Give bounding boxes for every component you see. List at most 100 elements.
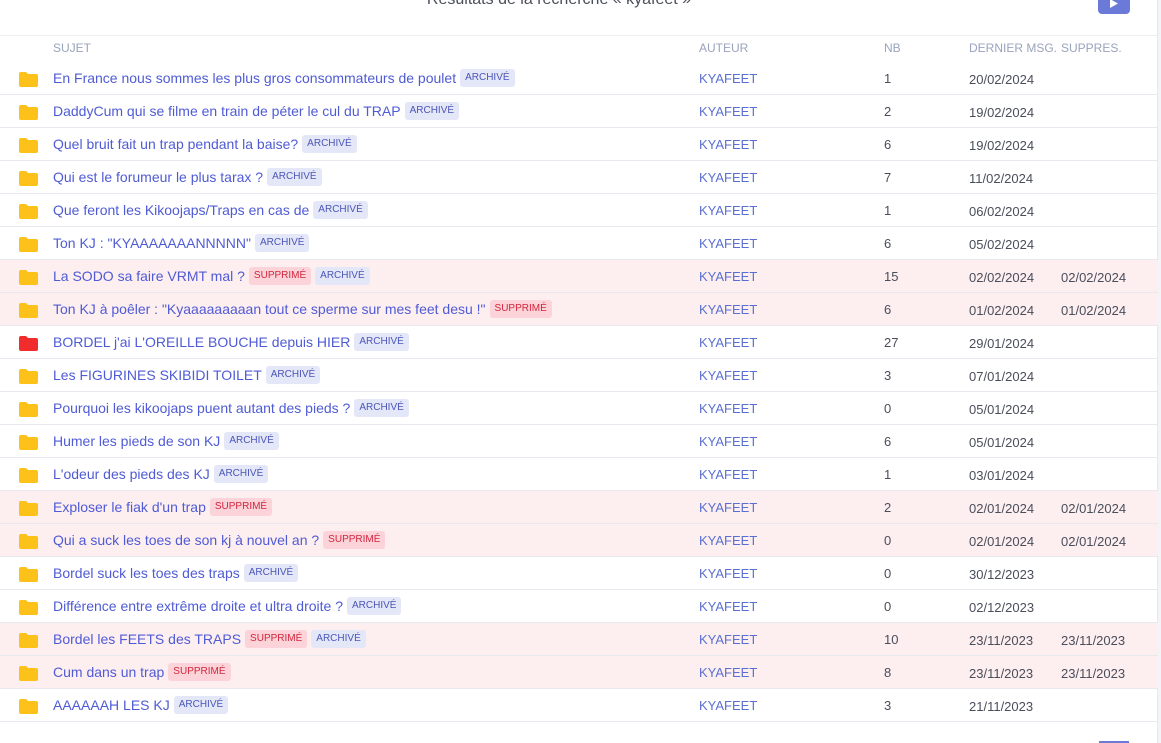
topic-reply-count: 0	[884, 401, 892, 416]
deleted-badge: SUPPRIMÉ	[209, 498, 273, 516]
topic-author[interactable]: KYAFEET	[699, 368, 757, 383]
topic-link[interactable]: Humer les pieds de son KJ	[53, 433, 220, 449]
topic-link[interactable]: Ton KJ : "KYAAAAAAANNNNN"	[53, 235, 251, 251]
topic-deleted-date: 23/11/2023	[1061, 633, 1126, 648]
column-header-author: AUTEUR	[699, 41, 749, 55]
topic-subject: Cum dans un trap SUPPRIMÉ	[53, 656, 231, 688]
topic-link[interactable]: Les FIGURINES SKIBIDI TOILET	[53, 367, 262, 383]
topic-link[interactable]: Qui a suck les toes de son kj à nouvel a…	[53, 532, 319, 548]
folder-icon	[19, 402, 38, 417]
topic-last-message-date: 23/11/2023	[969, 633, 1034, 648]
topic-subject: Ton KJ : "KYAAAAAAANNNNN" ARCHIVÉ	[53, 227, 310, 259]
topic-link[interactable]: Bordel suck les toes des traps	[53, 565, 240, 581]
topic-last-message-date: 02/12/2023	[969, 600, 1035, 615]
topic-last-message-date: 30/12/2023	[969, 567, 1035, 582]
archived-badge: ARCHIVÉ	[302, 135, 357, 153]
column-header-last-message: DERNIER MSG.	[969, 41, 1058, 55]
topic-reply-count: 0	[884, 533, 892, 548]
topic-subject: AAAAAAH LES KJ ARCHIVÉ	[53, 689, 229, 721]
topic-link[interactable]: Bordel les FEETS des TRAPS	[53, 631, 241, 647]
topic-last-message-date: 02/01/2024	[969, 534, 1035, 549]
archived-badge: ARCHIVÉ	[354, 399, 409, 417]
table-row: Quel bruit fait un trap pendant la baise…	[0, 128, 1158, 161]
column-header-subject: SUJET	[53, 41, 92, 55]
table-row: Ton KJ : "KYAAAAAAANNNNN" ARCHIVÉ KYAFEET 6…	[0, 227, 1158, 260]
topic-subject: Quel bruit fait un trap pendant la baise…	[53, 128, 357, 160]
archived-badge: ARCHIVÉ	[267, 168, 322, 186]
table-row: Pourquoi les kikoojaps puent autant des …	[0, 392, 1158, 425]
topic-last-message-date: 21/11/2023	[969, 699, 1034, 714]
topic-subject: BORDEL j'ai L'OREILLE BOUCHE depuis HIER…	[53, 326, 409, 358]
play-icon	[1110, 0, 1118, 8]
topic-link[interactable]: DaddyCum qui se filme en train de péter …	[53, 103, 401, 119]
topic-author[interactable]: KYAFEET	[699, 401, 757, 416]
topic-author[interactable]: KYAFEET	[699, 632, 757, 647]
topic-link[interactable]: Quel bruit fait un trap pendant la baise…	[53, 136, 298, 152]
topic-reply-count: 6	[884, 137, 892, 152]
folder-icon	[19, 435, 38, 450]
topic-link[interactable]: La SODO sa faire VRMT mal ?	[53, 268, 245, 284]
topic-reply-count: 6	[884, 236, 892, 251]
topic-author[interactable]: KYAFEET	[699, 104, 757, 119]
play-button[interactable]	[1098, 0, 1130, 14]
topic-subject: Humer les pieds de son KJ ARCHIVÉ	[53, 425, 279, 457]
topic-author[interactable]: KYAFEET	[699, 566, 757, 581]
topic-last-message-date: 07/01/2024	[969, 369, 1035, 384]
topic-author[interactable]: KYAFEET	[699, 500, 757, 515]
topic-last-message-date: 19/02/2024	[969, 138, 1035, 153]
folder-icon	[19, 237, 38, 252]
topic-author[interactable]: KYAFEET	[699, 170, 757, 185]
topic-link[interactable]: AAAAAAH LES KJ	[53, 697, 170, 713]
topic-subject: La SODO sa faire VRMT mal ? SUPPRIMÉ ARCHI…	[53, 260, 370, 292]
topic-author[interactable]: KYAFEET	[699, 203, 757, 218]
topic-reply-count: 15	[884, 269, 899, 284]
topic-link[interactable]: BORDEL j'ai L'OREILLE BOUCHE depuis HIER	[53, 334, 350, 350]
deleted-badge: SUPPRIMÉ	[323, 531, 386, 549]
topic-author[interactable]: KYAFEET	[699, 698, 757, 713]
topic-author[interactable]: KYAFEET	[699, 467, 757, 482]
topic-author[interactable]: KYAFEET	[699, 665, 757, 680]
archived-badge: ARCHIVÉ	[213, 465, 269, 483]
topic-subject: Qui a suck les toes de son kj à nouvel a…	[53, 524, 386, 556]
table-row: Qui est le forumeur le plus tarax ? ARCHI…	[0, 161, 1158, 194]
topic-author[interactable]: KYAFEET	[699, 533, 757, 548]
folder-icon	[19, 567, 38, 582]
topic-deleted-date: 02/02/2024	[1061, 270, 1127, 285]
topic-author[interactable]: KYAFEET	[699, 335, 757, 350]
search-results-page: Résultats de la recherche « kyafeet » SU…	[0, 0, 1158, 743]
topic-author[interactable]: KYAFEET	[699, 269, 757, 284]
topic-last-message-date: 05/02/2024	[969, 237, 1035, 252]
topic-author[interactable]: KYAFEET	[699, 599, 757, 614]
topic-deleted-date: 02/01/2024	[1061, 534, 1127, 549]
topic-link[interactable]: Ton KJ à poêler : "Kyaaaaaaaaan tout ce …	[53, 301, 486, 317]
topic-reply-count: 2	[884, 104, 892, 119]
topic-author[interactable]: KYAFEET	[699, 236, 757, 251]
folder-icon	[19, 699, 38, 714]
archived-badge: ARCHIVÉ	[254, 234, 310, 252]
archived-badge: ARCHIVÉ	[173, 696, 229, 714]
hot-folder-icon	[19, 336, 38, 351]
search-results-title: Résultats de la recherche « kyafeet »	[0, 0, 1118, 9]
table-row: L'odeur des pieds des KJ ARCHIVÉ KYAFEET 1 0…	[0, 458, 1158, 491]
topic-subject: Pourquoi les kikoojaps puent autant des …	[53, 392, 409, 424]
table-row: Bordel les FEETS des TRAPS SUPPRIMÉ ARCHIV…	[0, 623, 1158, 656]
topic-link[interactable]: Pourquoi les kikoojaps puent autant des …	[53, 400, 350, 416]
table-row: Cum dans un trap SUPPRIMÉ KYAFEET 8 23/11/20…	[0, 656, 1158, 689]
topic-link[interactable]: Cum dans un trap	[53, 664, 164, 680]
topic-link[interactable]: Qui est le forumeur le plus tarax ?	[53, 169, 263, 185]
topic-last-message-date: 11/02/2024	[969, 171, 1034, 186]
topic-author[interactable]: KYAFEET	[699, 302, 757, 317]
archived-badge: ARCHIVÉ	[347, 597, 402, 615]
topic-author[interactable]: KYAFEET	[699, 71, 757, 86]
topic-last-message-date: 01/02/2024	[969, 303, 1035, 318]
topic-link[interactable]: Que feront les Kikoojaps/Traps en cas de	[53, 202, 309, 218]
topic-link[interactable]: En France nous sommes les plus gros cons…	[53, 70, 456, 86]
topic-author[interactable]: KYAFEET	[699, 434, 757, 449]
folder-icon	[19, 534, 38, 549]
topic-link[interactable]: L'odeur des pieds des KJ	[53, 466, 210, 482]
topic-deleted-date: 23/11/2023	[1061, 666, 1126, 681]
topic-subject: DaddyCum qui se filme en train de péter …	[53, 95, 460, 127]
topic-author[interactable]: KYAFEET	[699, 137, 757, 152]
topic-link[interactable]: Exploser le fiak d'un trap	[53, 499, 206, 515]
topic-link[interactable]: Différence entre extrême droite et ultra…	[53, 598, 343, 614]
